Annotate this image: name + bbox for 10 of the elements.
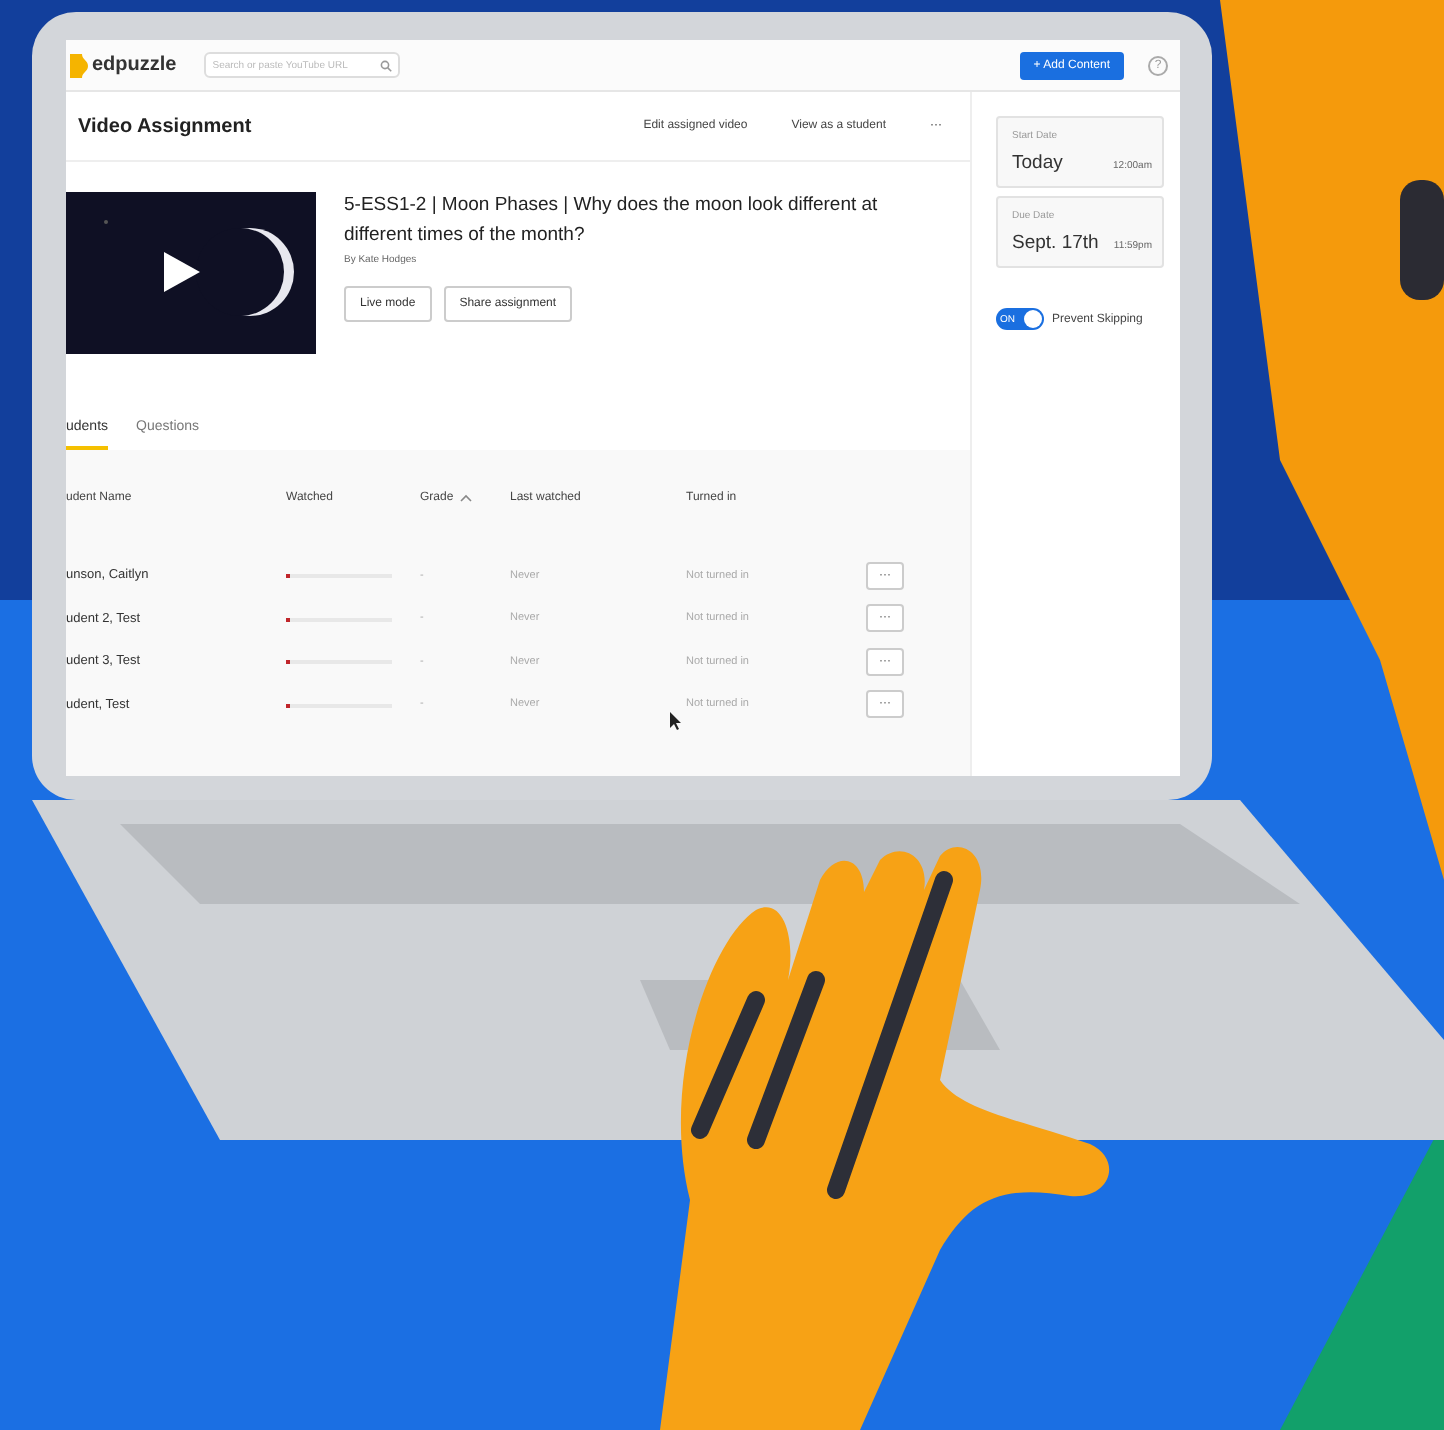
logo-text: edpuzzle bbox=[92, 54, 177, 76]
search-icon bbox=[380, 59, 393, 71]
puzzle-icon bbox=[70, 53, 88, 77]
date-value: Today bbox=[1012, 152, 1063, 174]
play-icon[interactable] bbox=[164, 252, 200, 292]
date-value: Sept. 17th bbox=[1012, 232, 1099, 254]
page-title: Video Assignment bbox=[78, 115, 252, 137]
video-title: 5-ESS1-2 | Moon Phases | Why does the moon look different at different times of the month? bbox=[344, 192, 880, 250]
mouse-cursor-icon bbox=[670, 712, 682, 730]
sort-caret-icon[interactable] bbox=[460, 494, 472, 502]
